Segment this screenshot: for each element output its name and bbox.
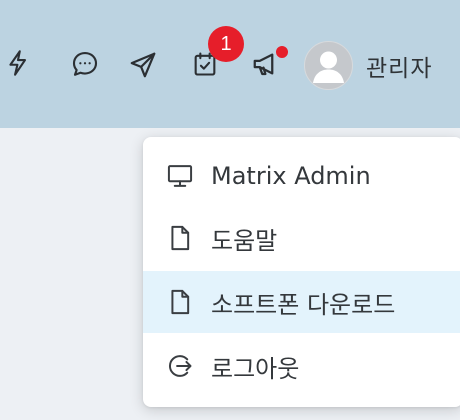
menu-item-matrix-admin[interactable]: Matrix Admin — [143, 145, 460, 207]
logout-icon — [165, 351, 195, 381]
menu-item-label: 소프트폰 다운로드 — [211, 290, 396, 319]
menu-item-label: 로그아웃 — [211, 354, 300, 383]
user-dropdown-menu: Matrix Admin 도움말 소프트폰 다운로드 로그아웃 — [143, 137, 460, 407]
menu-item-label: 도움말 — [211, 226, 278, 255]
menu-item-help[interactable]: 도움말 — [143, 207, 460, 269]
document-icon — [165, 287, 195, 317]
notification-badge: 1 — [208, 26, 244, 62]
top-header-bar: 1 관리자 — [0, 0, 460, 128]
monitor-icon — [165, 161, 195, 191]
lightning-icon[interactable] — [2, 47, 34, 79]
menu-item-label: Matrix Admin — [211, 162, 371, 190]
avatar[interactable] — [304, 41, 353, 90]
menu-item-softphone-download[interactable]: 소프트폰 다운로드 — [143, 271, 460, 333]
announcement-dot — [274, 44, 290, 60]
send-icon[interactable] — [127, 49, 159, 81]
menu-item-logout[interactable]: 로그아웃 — [143, 335, 460, 397]
chat-icon[interactable] — [69, 48, 101, 80]
document-icon — [165, 223, 195, 253]
user-name[interactable]: 관리자 — [366, 49, 432, 83]
